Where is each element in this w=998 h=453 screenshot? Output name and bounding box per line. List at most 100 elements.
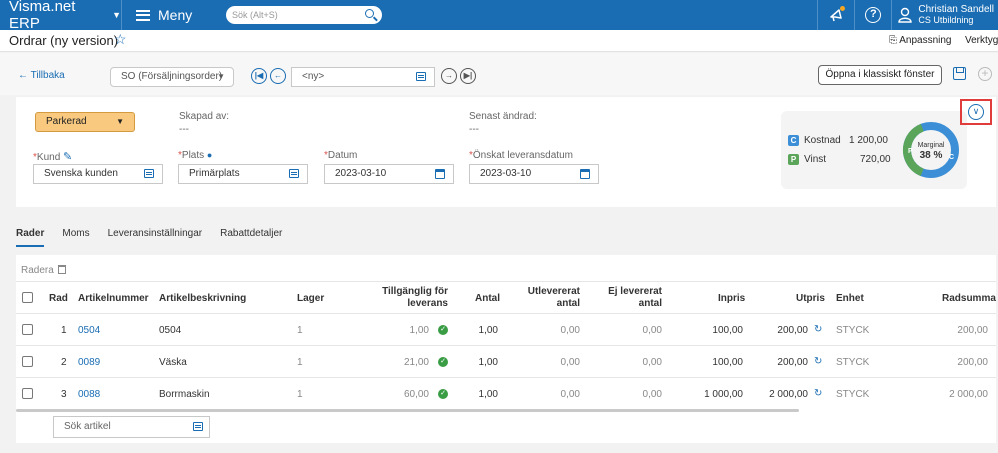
date-field[interactable]: 2023-03-10 bbox=[324, 164, 454, 184]
global-search-input[interactable]: Sök (Alt+S) bbox=[226, 6, 382, 24]
topbar-actions: ? Christian Sandell CS Utbildning bbox=[817, 0, 998, 30]
user-company: CS Utbildning bbox=[918, 15, 974, 25]
trash-icon bbox=[57, 265, 66, 274]
cell-antal: 1,00 bbox=[478, 325, 498, 336]
status-select[interactable]: Parkerad ▼ bbox=[35, 112, 135, 132]
cell-enhet: STYCK bbox=[836, 357, 870, 368]
margin-donut: P C Marginal 38 % bbox=[903, 122, 959, 178]
calendar-icon[interactable] bbox=[435, 169, 445, 179]
changed-label: Senast ändrad: bbox=[469, 111, 537, 122]
tab-leveransinstallningar[interactable]: Leveransinställningar bbox=[108, 228, 203, 247]
lookup-icon[interactable] bbox=[193, 422, 203, 431]
cell-enhet: STYCK bbox=[836, 389, 870, 400]
refresh-price-icon[interactable]: ↻ bbox=[814, 388, 822, 399]
cell-tillganglig: 1,00 bbox=[409, 325, 429, 336]
cell-utpris: 200,00 bbox=[777, 357, 808, 368]
lookup-icon[interactable] bbox=[289, 169, 299, 178]
cost-value: 1 200,00 bbox=[849, 135, 888, 146]
tab-moms[interactable]: Moms bbox=[62, 228, 89, 247]
search-placeholder: Sök (Alt+S) bbox=[232, 10, 278, 20]
chevron-down-icon: ▼ bbox=[112, 10, 121, 20]
expand-header-button[interactable]: ∨ bbox=[960, 99, 992, 125]
col-header-utlevererat[interactable]: Utlevererat antal bbox=[525, 286, 580, 310]
product-switcher[interactable]: Visma.net ERP ▼ bbox=[0, 0, 122, 32]
last-record-icon[interactable]: ▶| bbox=[460, 68, 476, 84]
title-row: Ordrar (ny version) ☆ ⎘ Anpassning Verkt… bbox=[0, 30, 998, 52]
col-header-tillganglig[interactable]: Tillgänglig för leverans bbox=[382, 286, 448, 310]
chevron-down-circle-icon: ∨ bbox=[968, 104, 984, 120]
col-header-inpris[interactable]: Inpris bbox=[718, 293, 745, 305]
search-icon[interactable] bbox=[365, 9, 374, 18]
cell-lager: 1 bbox=[297, 389, 303, 400]
row-checkbox[interactable] bbox=[22, 324, 33, 335]
cell-utpris: 200,00 bbox=[777, 325, 808, 336]
cell-artikelnummer[interactable]: 0089 bbox=[78, 357, 100, 368]
cell-enhet: STYCK bbox=[836, 325, 870, 336]
delete-button[interactable]: Radera bbox=[21, 265, 66, 276]
row-checkbox[interactable] bbox=[22, 356, 33, 367]
refresh-price-icon[interactable]: ↻ bbox=[814, 356, 822, 367]
lookup-icon[interactable] bbox=[416, 72, 426, 81]
site-label: *Plats ● bbox=[178, 150, 213, 161]
cell-artikelbeskrivning: Borrmaskin bbox=[159, 389, 210, 400]
horizontal-scrollbar[interactable] bbox=[16, 409, 799, 412]
cell-utlevererat: 0,00 bbox=[560, 389, 580, 400]
menu-label: Meny bbox=[158, 7, 193, 23]
row-checkbox[interactable] bbox=[22, 388, 33, 399]
calendar-icon[interactable] bbox=[580, 169, 590, 179]
previous-record-icon[interactable]: ← bbox=[270, 68, 286, 84]
profit-value: 720,00 bbox=[860, 154, 891, 165]
col-header-lager[interactable]: Lager bbox=[297, 293, 324, 305]
next-record-icon[interactable]: → bbox=[441, 68, 457, 84]
order-header: Parkerad ▼ Skapad av: --- Senast ändrad:… bbox=[16, 97, 996, 207]
open-classic-window-button[interactable]: Öppna i klassiskt fönster bbox=[818, 65, 942, 85]
delivery-date-field[interactable]: 2023-03-10 bbox=[469, 164, 599, 184]
cell-rad: 3 bbox=[61, 389, 67, 400]
col-header-artikelnummer[interactable]: Artikelnummer bbox=[78, 293, 149, 305]
col-header-antal[interactable]: Antal bbox=[475, 293, 500, 305]
donut-cost-letter: C bbox=[949, 154, 954, 161]
user-name: Christian Sandell bbox=[918, 4, 994, 15]
tools-button[interactable]: Verktyg bbox=[965, 35, 998, 46]
customer-label: *Kund ✎ bbox=[33, 151, 73, 163]
order-number-field[interactable]: <ny> bbox=[291, 67, 435, 87]
notifications-button[interactable] bbox=[818, 0, 854, 30]
add-article-input[interactable]: Sök artikel bbox=[53, 416, 210, 438]
customer-field[interactable]: Svenska kunden bbox=[33, 164, 163, 184]
margin-label: Marginal bbox=[918, 142, 945, 149]
favorite-star-icon[interactable]: ☆ bbox=[114, 31, 127, 48]
edit-pencil-icon[interactable]: ✎ bbox=[63, 151, 72, 163]
back-link[interactable]: ← Tillbaka bbox=[18, 70, 65, 81]
chevron-down-icon: ▼ bbox=[116, 117, 124, 126]
lookup-icon[interactable] bbox=[144, 169, 154, 178]
col-header-enhet[interactable]: Enhet bbox=[836, 293, 864, 305]
refresh-price-icon[interactable]: ↻ bbox=[814, 324, 822, 335]
cell-rad: 2 bbox=[61, 357, 67, 368]
select-all-checkbox[interactable] bbox=[22, 292, 33, 303]
cell-artikelnummer[interactable]: 0088 bbox=[78, 389, 100, 400]
tab-rabattdetaljer[interactable]: Rabattdetaljer bbox=[220, 228, 282, 247]
add-icon[interactable]: + bbox=[978, 67, 992, 81]
order-type-select[interactable]: SO (Försäljningsorder) ▼ bbox=[110, 67, 234, 87]
main-menu-button[interactable]: Meny bbox=[122, 0, 217, 30]
tab-rader[interactable]: Rader bbox=[16, 228, 45, 247]
col-header-rad[interactable]: Rad bbox=[49, 293, 68, 305]
help-button[interactable]: ? bbox=[855, 0, 891, 30]
user-menu[interactable]: Christian Sandell CS Utbildning bbox=[892, 4, 998, 26]
top-bar: Visma.net ERP ▼ Meny Sök (Alt+S) ? Chris… bbox=[0, 0, 998, 32]
available-check-icon: ✓ bbox=[438, 325, 448, 335]
cell-artikelbeskrivning: 0504 bbox=[159, 325, 182, 336]
cell-artikelnummer[interactable]: 0504 bbox=[78, 325, 100, 336]
first-record-icon[interactable]: |◀ bbox=[251, 68, 267, 84]
changed-value: --- bbox=[469, 124, 479, 135]
col-header-artikelbeskrivning[interactable]: Artikelbeskrivning bbox=[159, 293, 246, 305]
col-header-ej-levererat[interactable]: Ej levererat antal bbox=[604, 286, 662, 310]
cell-utpris: 2 000,00 bbox=[769, 389, 808, 400]
col-header-radsumma[interactable]: Radsumma bbox=[942, 293, 996, 305]
margin-value: 38 % bbox=[920, 150, 943, 161]
save-icon[interactable] bbox=[953, 67, 966, 80]
profit-badge: P bbox=[788, 154, 799, 165]
customization-button[interactable]: ⎘ Anpassning bbox=[889, 35, 952, 46]
col-header-utpris[interactable]: Utpris bbox=[796, 293, 825, 305]
site-field[interactable]: Primärplats bbox=[178, 164, 308, 184]
